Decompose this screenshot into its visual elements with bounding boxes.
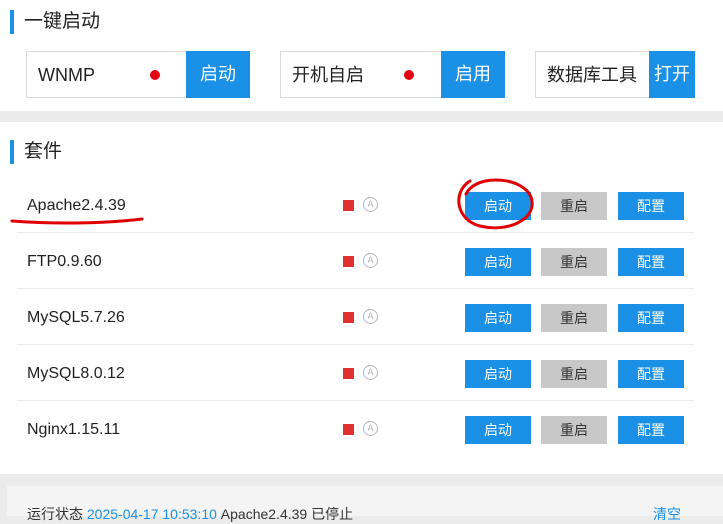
- suite-row-ftp: FTP0.9.60 A 启动 重启 配置: [17, 234, 694, 289]
- stopped-status-icon: [343, 424, 354, 435]
- wnmp-card: WNMP 启动: [26, 51, 250, 98]
- wnmp-label: WNMP: [38, 65, 95, 85]
- restart-button[interactable]: 重启: [541, 360, 607, 388]
- autostart-label: 开机自启: [292, 65, 364, 85]
- status-message: Apache2.4.39 已停止: [220, 506, 354, 522]
- suite-name: FTP0.9.60: [27, 253, 102, 270]
- stopped-status-icon: [343, 200, 354, 211]
- restart-button[interactable]: 重启: [541, 304, 607, 332]
- config-button[interactable]: 配置: [618, 192, 684, 220]
- status-prefix: 运行状态: [27, 506, 83, 522]
- config-button[interactable]: 配置: [618, 248, 684, 276]
- suite-title: 套件: [10, 140, 62, 164]
- suite-name: MySQL8.0.12: [27, 365, 125, 382]
- config-button[interactable]: 配置: [618, 360, 684, 388]
- start-button[interactable]: 启动: [465, 248, 531, 276]
- quick-start-title: 一键启动: [10, 10, 100, 34]
- config-button[interactable]: 配置: [618, 416, 684, 444]
- suite-row-nginx: Nginx1.15.11 A 启动 重启 配置: [17, 402, 694, 457]
- autostart-enable-button[interactable]: 启用: [441, 51, 505, 98]
- start-button[interactable]: 启动: [465, 192, 531, 220]
- clear-log-link[interactable]: 清空: [653, 504, 681, 524]
- suite-row-apache: Apache2.4.39 A 启动 重启 配置: [17, 178, 694, 233]
- start-button[interactable]: 启动: [465, 360, 531, 388]
- stopped-status-icon: [343, 368, 354, 379]
- status-log: 运行状态 2025-04-17 10:53:10 Apache2.4.39 已停…: [27, 504, 353, 524]
- status-timestamp: 2025-04-17 10:53:10: [86, 506, 217, 522]
- restart-button[interactable]: 重启: [541, 248, 607, 276]
- suite-name: MySQL5.7.26: [27, 309, 125, 326]
- autostart-icon[interactable]: A: [363, 365, 378, 380]
- autostart-icon[interactable]: A: [363, 253, 378, 268]
- suite-name: Nginx1.15.11: [27, 421, 121, 438]
- wnmp-start-button[interactable]: 启动: [186, 51, 250, 98]
- autostart-card: 开机自启 启用: [280, 51, 505, 98]
- autostart-icon[interactable]: A: [363, 309, 378, 324]
- db-tool-open-button[interactable]: 打开: [649, 51, 695, 98]
- start-button[interactable]: 启动: [465, 416, 531, 444]
- stopped-status-icon: [343, 256, 354, 267]
- restart-button[interactable]: 重启: [541, 416, 607, 444]
- status-bar: 运行状态 2025-04-17 10:53:10 Apache2.4.39 已停…: [7, 486, 723, 522]
- suite-row-mysql57: MySQL5.7.26 A 启动 重启 配置: [17, 290, 694, 345]
- config-button[interactable]: 配置: [618, 304, 684, 332]
- wnmp-status-dot: [150, 70, 160, 80]
- autostart-icon[interactable]: A: [363, 421, 378, 436]
- start-button[interactable]: 启动: [465, 304, 531, 332]
- quick-start-panel: 一键启动 WNMP 启动 开机自启 启用 数据库工具 打开: [0, 0, 723, 111]
- autostart-status-dot: [404, 70, 414, 80]
- suite-name: Apache2.4.39: [27, 197, 126, 214]
- autostart-icon[interactable]: A: [363, 197, 378, 212]
- stopped-status-icon: [343, 312, 354, 323]
- db-tool-label: 数据库工具: [547, 65, 637, 85]
- suite-row-mysql80: MySQL8.0.12 A 启动 重启 配置: [17, 346, 694, 401]
- db-tool-card: 数据库工具 打开: [535, 51, 695, 98]
- restart-button[interactable]: 重启: [541, 192, 607, 220]
